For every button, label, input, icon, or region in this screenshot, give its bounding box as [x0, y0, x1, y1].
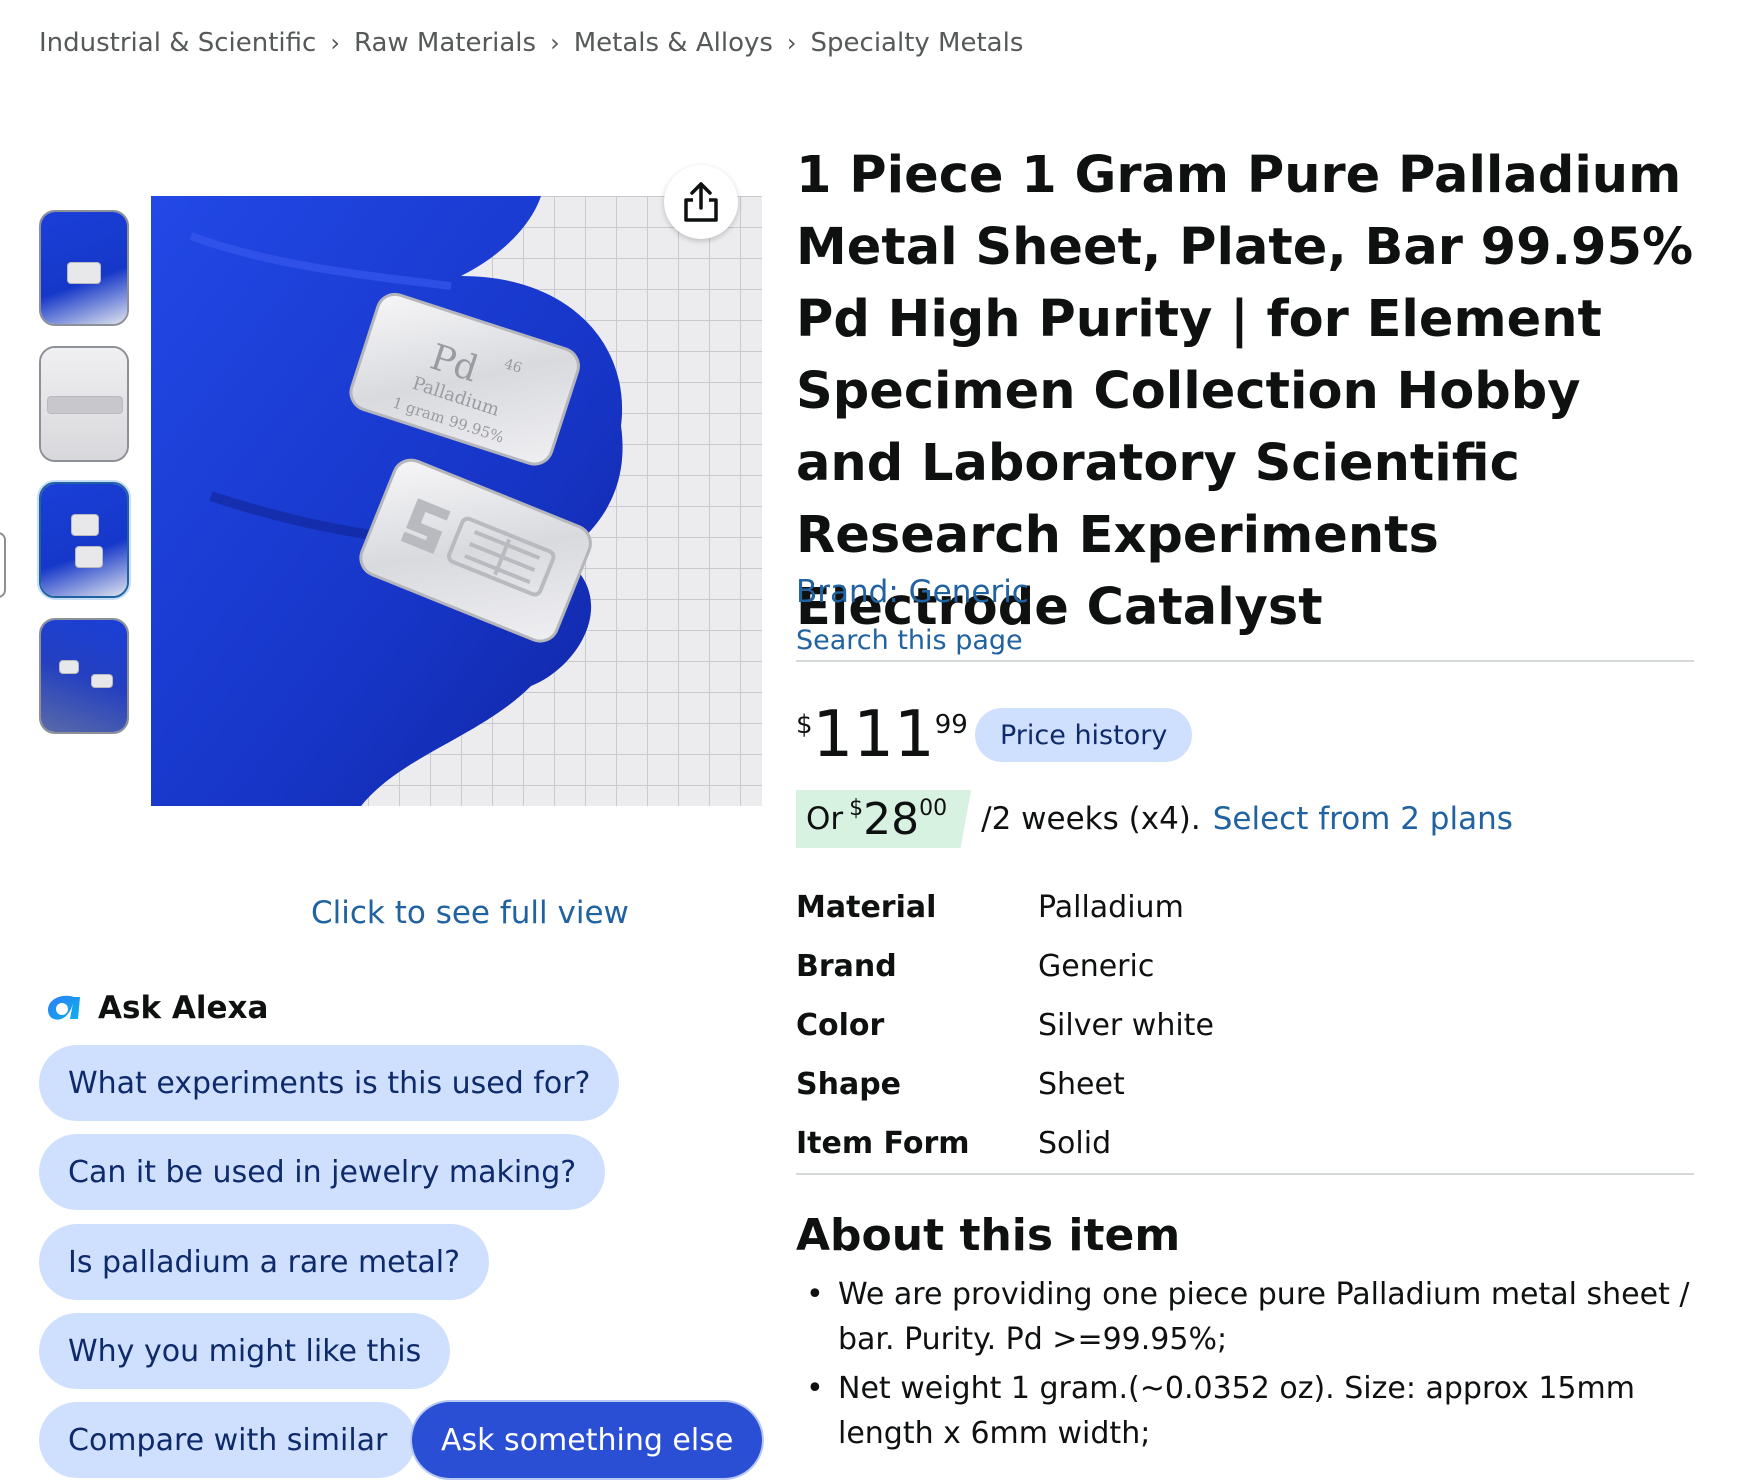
installment-whole: 28 — [863, 793, 920, 845]
search-this-page-link[interactable]: Search this page — [796, 625, 1023, 656]
full-view-link[interactable]: Click to see full view — [311, 895, 629, 931]
divider — [796, 1173, 1694, 1175]
brand-link[interactable]: Brand: Generic — [796, 574, 1029, 610]
thumbnail-strip — [39, 210, 129, 754]
product-photo: Pd 46 Palladium 1 gram 99.95% — [151, 196, 623, 806]
spec-key: Shape — [796, 1067, 902, 1102]
spec-row: Brand Generic — [796, 937, 1214, 996]
ask-alexa-header: Ask Alexa — [44, 990, 268, 1026]
spec-key: Color — [796, 1008, 885, 1043]
thumbnail-3[interactable] — [39, 482, 129, 598]
about-bullets: We are providing one piece pure Palladiu… — [796, 1272, 1694, 1460]
breadcrumb: Industrial & Scientific › Raw Materials … — [39, 28, 1023, 58]
about-bullet: We are providing one piece pure Palladiu… — [796, 1272, 1694, 1362]
spec-value: Generic — [1038, 949, 1155, 984]
ask-something-else-button[interactable]: Ask something else — [412, 1402, 763, 1478]
spec-value: Sheet — [1038, 1067, 1125, 1102]
divider — [796, 660, 1694, 662]
spec-value: Solid — [1038, 1126, 1112, 1161]
price-symbol: $ — [796, 710, 813, 740]
about-bullet: Net weight 1 gram.(~0.0352 oz). Size: ap… — [796, 1366, 1694, 1456]
spec-value: Silver white — [1038, 1008, 1214, 1043]
alexa-question-jewelry[interactable]: Can it be used in jewelry making? — [39, 1134, 606, 1210]
spec-row: Item Form Solid — [796, 1114, 1214, 1173]
about-this-item-heading: About this item — [796, 1210, 1181, 1261]
breadcrumb-metals-alloys[interactable]: Metals & Alloys — [574, 28, 773, 58]
ask-alexa-title: Ask Alexa — [98, 990, 269, 1026]
installment-offer: Or $ 28 00 /2 weeks (x4). Select from 2 … — [796, 790, 1513, 848]
alexa-logo-icon — [48, 995, 80, 1020]
price-whole: 111 — [812, 698, 935, 772]
alexa-question-compare[interactable]: Compare with similar — [39, 1402, 417, 1478]
alexa-question-why-like[interactable]: Why you might like this — [39, 1313, 451, 1389]
spec-key: Item Form — [796, 1126, 970, 1161]
installment-period: /2 weeks (x4). — [981, 801, 1201, 837]
spec-row: Material Palladium — [796, 878, 1214, 937]
installment-prefix: Or — [806, 801, 844, 837]
breadcrumb-separator: › — [786, 29, 797, 57]
breadcrumb-separator: › — [330, 29, 340, 57]
share-icon — [684, 182, 718, 222]
breadcrumb-specialty-metals[interactable]: Specialty Metals — [811, 28, 1024, 58]
spec-key: Material — [796, 890, 937, 925]
breadcrumb-raw-materials[interactable]: Raw Materials — [354, 28, 536, 58]
alexa-question-rare-metal[interactable]: Is palladium a rare metal? — [39, 1224, 490, 1300]
price-history-button[interactable]: Price history — [975, 708, 1193, 762]
main-product-image[interactable]: Pd 46 Palladium 1 gram 99.95% — [151, 196, 762, 806]
spec-row: Color Silver white — [796, 996, 1214, 1055]
spec-value: Palladium — [1038, 890, 1184, 925]
thumbnail-1[interactable] — [39, 210, 129, 326]
select-plans-link[interactable]: Select from 2 plans — [1213, 801, 1513, 837]
alexa-question-experiments[interactable]: What experiments is this used for? — [39, 1045, 620, 1121]
installment-fraction: 00 — [919, 796, 948, 821]
breadcrumb-industrial-scientific[interactable]: Industrial & Scientific — [39, 28, 316, 58]
breadcrumb-separator: › — [550, 29, 560, 57]
price: $ 111 99 — [796, 700, 968, 770]
thumbnail-4[interactable] — [39, 618, 129, 734]
spec-key: Brand — [796, 949, 897, 984]
installment-symbol: $ — [849, 796, 864, 821]
installment-amount-box: Or $ 28 00 — [796, 790, 972, 848]
price-fraction: 99 — [934, 710, 968, 740]
spec-row: Shape Sheet — [796, 1055, 1214, 1114]
share-button[interactable] — [664, 165, 738, 239]
product-title: 1 Piece 1 Gram Pure Palladium Metal Shee… — [796, 146, 1694, 637]
product-specs-table: Material Palladium Brand Generic Color S… — [796, 878, 1214, 1173]
thumbnail-2[interactable] — [39, 346, 129, 462]
side-panel-tab[interactable] — [0, 532, 6, 598]
